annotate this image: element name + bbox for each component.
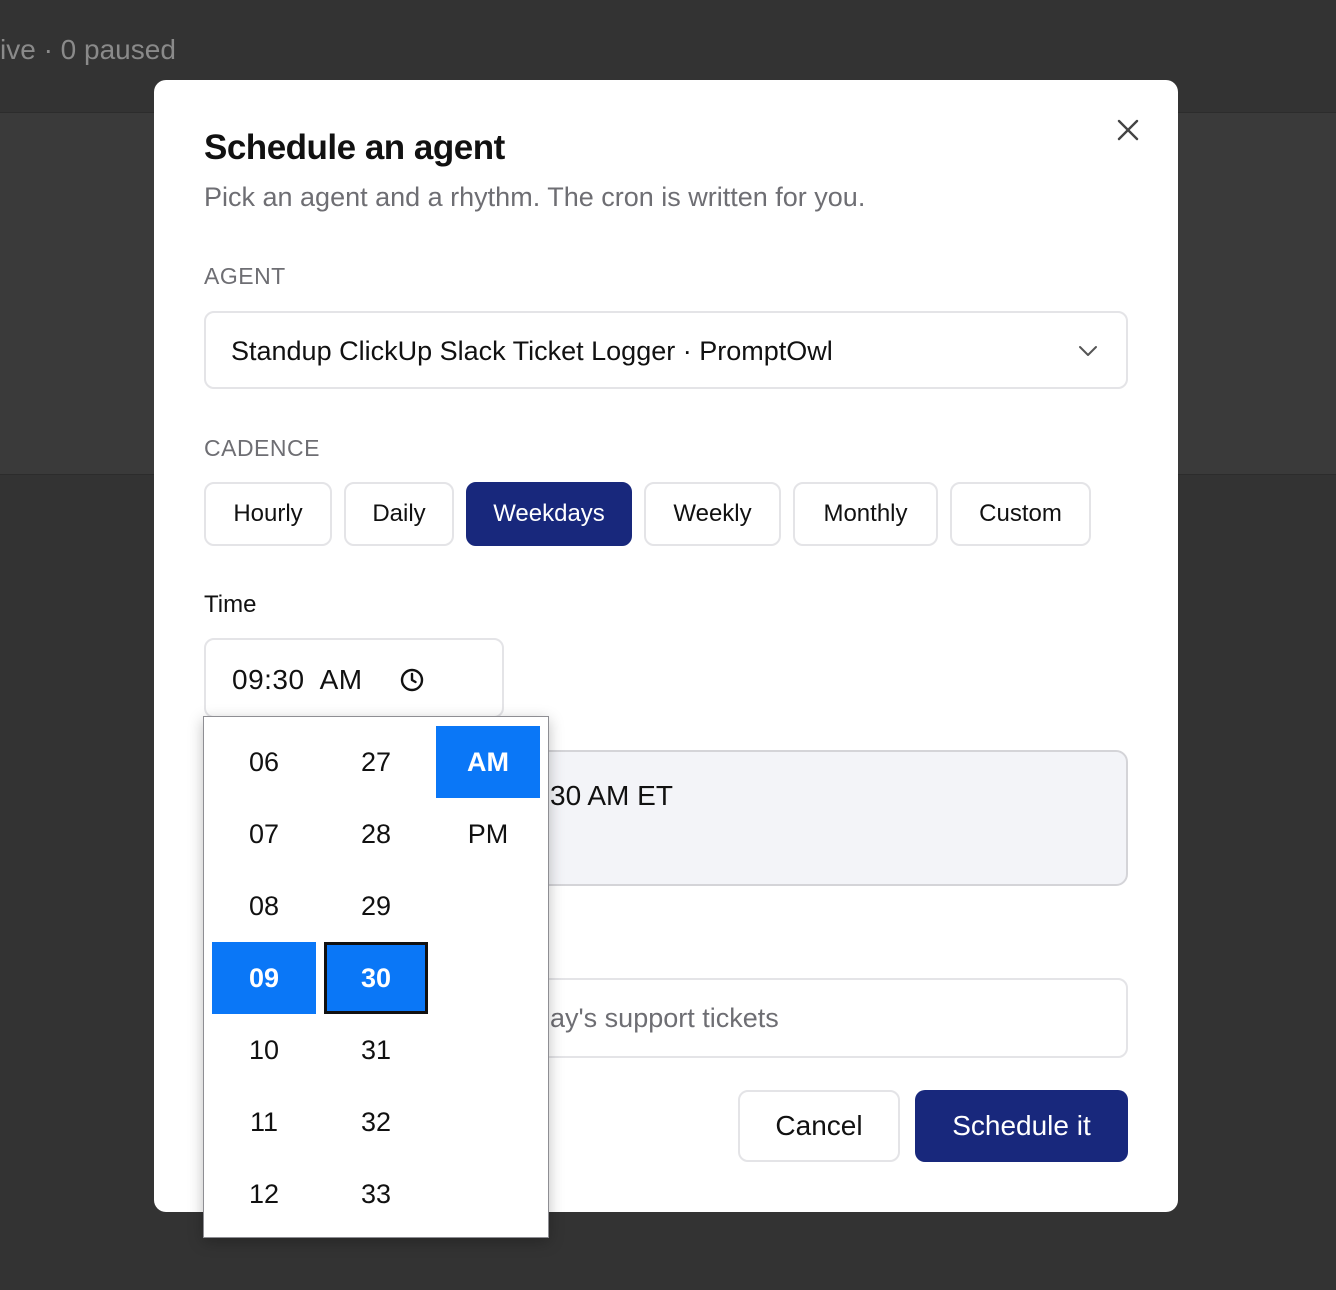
- agent-label: AGENT: [204, 263, 286, 289]
- cadence-custom-button[interactable]: Custom: [950, 482, 1091, 546]
- close-icon: [1117, 119, 1139, 141]
- schedule-name-placeholder: ay's support tickets: [550, 1003, 779, 1033]
- chevron-down-icon: [1079, 346, 1097, 356]
- clock-icon: [400, 668, 424, 692]
- cadence-daily-button[interactable]: Daily: [344, 482, 454, 546]
- time-input[interactable]: 09:30 AM: [204, 638, 504, 718]
- close-button[interactable]: [1112, 114, 1144, 146]
- background-status-text: ive · 0 paused: [0, 34, 176, 65]
- agent-select[interactable]: Standup ClickUp Slack Ticket Logger · Pr…: [204, 311, 1128, 389]
- cancel-button[interactable]: Cancel: [738, 1090, 900, 1162]
- picker-minute[interactable]: 29: [324, 870, 428, 942]
- picker-hour[interactable]: 10: [212, 1014, 316, 1086]
- time-picker-dropdown: 06 07 08 09 10 11 12 27 28 29 30 31 32 3…: [203, 716, 549, 1238]
- picker-minute-selected[interactable]: 30: [324, 942, 428, 1014]
- picker-minute[interactable]: 33: [324, 1158, 428, 1230]
- modal-subtitle: Pick an agent and a rhythm. The cron is …: [204, 182, 866, 212]
- picker-minute[interactable]: 32: [324, 1086, 428, 1158]
- picker-minute[interactable]: 28: [324, 798, 428, 870]
- picker-hour[interactable]: 07: [212, 798, 316, 870]
- time-label: Time: [204, 591, 257, 618]
- schedule-summary: 30 AM ET: [500, 750, 1128, 886]
- cadence-label: CADENCE: [204, 435, 320, 461]
- picker-minute[interactable]: 27: [324, 726, 428, 798]
- cadence-weekly-button[interactable]: Weekly: [644, 482, 781, 546]
- picker-hour[interactable]: 08: [212, 870, 316, 942]
- schedule-summary-text: 30 AM ET: [550, 780, 673, 811]
- cadence-hourly-button[interactable]: Hourly: [204, 482, 332, 546]
- cadence-weekdays-button[interactable]: Weekdays: [466, 482, 632, 546]
- agent-select-value: Standup ClickUp Slack Ticket Logger · Pr…: [231, 336, 833, 366]
- time-input-value: 09:30 AM: [232, 664, 363, 695]
- modal-title: Schedule an agent: [204, 128, 505, 167]
- picker-hour[interactable]: 06: [212, 726, 316, 798]
- picker-minute[interactable]: 31: [324, 1014, 428, 1086]
- schedule-it-button[interactable]: Schedule it: [915, 1090, 1128, 1162]
- picker-hour[interactable]: 11: [212, 1086, 316, 1158]
- picker-hour[interactable]: 12: [212, 1158, 316, 1230]
- schedule-name-input[interactable]: ay's support tickets: [500, 978, 1128, 1058]
- picker-period-pm[interactable]: PM: [436, 798, 540, 870]
- picker-hour-selected[interactable]: 09: [212, 942, 316, 1014]
- cadence-monthly-button[interactable]: Monthly: [793, 482, 938, 546]
- picker-period-am[interactable]: AM: [436, 726, 540, 798]
